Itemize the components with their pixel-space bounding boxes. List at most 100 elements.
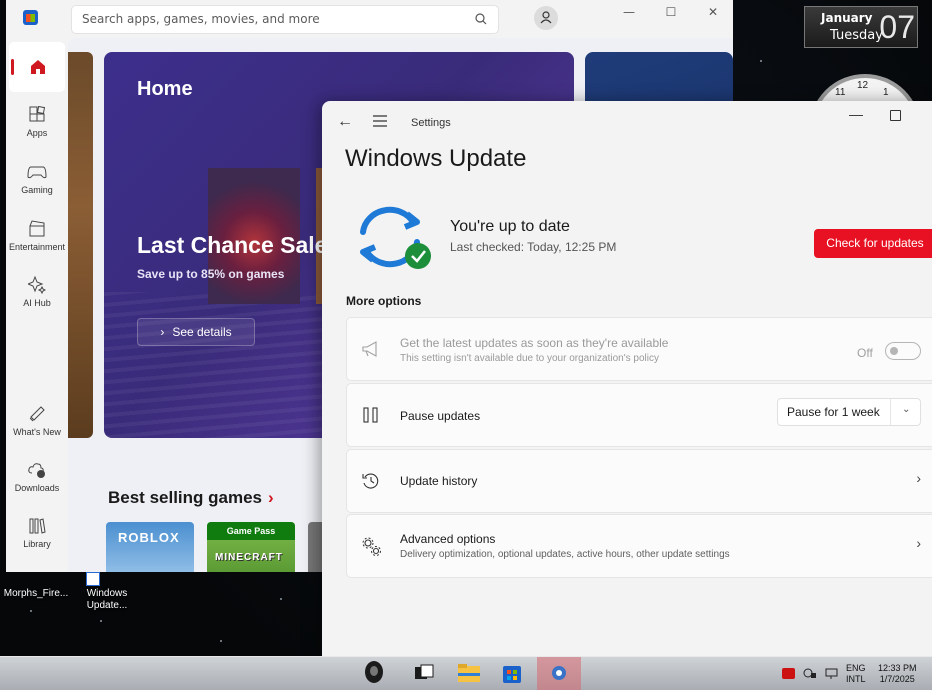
hero-prev-card[interactable] <box>68 52 93 438</box>
chevron-down-icon[interactable]: ⌄ <box>902 404 910 415</box>
home-icon <box>31 60 45 74</box>
see-details-label: See details <box>172 325 232 339</box>
cloud-download-icon <box>28 463 45 478</box>
date-month: January <box>821 11 873 25</box>
rail-label: What's New <box>13 427 61 437</box>
monitor-icon[interactable] <box>825 668 838 679</box>
hero-subtitle: Save up to 85% on games <box>137 267 285 281</box>
settings-minimize-button[interactable]: — <box>849 106 863 122</box>
antivirus-icon[interactable] <box>782 668 795 679</box>
clock-number: 11 <box>835 87 846 98</box>
app-title: Settings <box>411 117 451 129</box>
pause-duration-value: Pause for 1 week <box>787 405 880 419</box>
keyboard-layout: INTL <box>846 674 866 684</box>
store-search-input[interactable]: Search apps, games, movies, and more <box>71 5 499 34</box>
section-title: Best selling games <box>108 488 263 507</box>
more-options-heading: More options <box>346 294 422 308</box>
pause-icon <box>363 407 378 423</box>
back-arrow-icon[interactable]: ← <box>337 113 353 131</box>
game-tile-roblox[interactable]: ROBLOX <box>106 522 194 572</box>
search-icon[interactable] <box>474 12 488 26</box>
option-description: This setting isn't available due to your… <box>400 353 659 364</box>
store-nav-rail: Apps Gaming Entertainment AI Hub What's … <box>6 38 68 572</box>
update-status-title: You're up to date <box>450 218 570 235</box>
rail-item-ai-hub[interactable]: AI Hub <box>6 276 68 308</box>
settings-app-icon[interactable] <box>545 659 573 687</box>
last-checked-text: Last checked: Today, 12:25 PM <box>450 240 617 254</box>
alien-app-icon[interactable] <box>360 659 388 687</box>
date-day: 07 <box>879 9 915 45</box>
rail-item-downloads[interactable]: Downloads <box>6 461 68 493</box>
rail-item-whats-new[interactable]: What's New <box>6 405 68 437</box>
store-minimize-button[interactable]: — <box>609 2 649 26</box>
search-placeholder: Search apps, games, movies, and more <box>82 12 320 26</box>
desktop-icon-label: Windows Update... <box>86 588 128 611</box>
store-close-button[interactable]: ✕ <box>693 2 733 26</box>
hamburger-menu-icon[interactable] <box>373 115 387 127</box>
option-label: Update history <box>400 474 478 488</box>
rail-item-gaming[interactable]: Gaming <box>6 163 68 195</box>
rail-label: AI Hub <box>23 298 51 308</box>
desktop-icon-morphs[interactable]: Morphs_Fire... <box>1 588 71 600</box>
person-icon <box>540 11 552 24</box>
file-explorer-icon[interactable] <box>455 659 483 687</box>
hero-headline: Last Chance Sale <box>137 232 328 258</box>
star <box>760 60 762 62</box>
settings-window: ← Settings — Windows Update You're up to… <box>322 101 932 656</box>
advanced-options-card[interactable]: Advanced options Delivery optimization, … <box>346 514 932 578</box>
settings-maximize-button[interactable] <box>890 110 901 121</box>
taskbar: ENG INTL 12:33 PM 1/7/2025 <box>0 656 932 690</box>
gamepad-icon <box>27 166 47 179</box>
store-titlebar: Search apps, games, movies, and more — ☐… <box>6 0 733 38</box>
desktop-icon-label: Morphs_Fire... <box>3 588 69 599</box>
star <box>280 598 282 600</box>
rail-label: Gaming <box>21 185 53 195</box>
best-selling-heading[interactable]: Best selling games › <box>108 488 274 508</box>
page-title: Home <box>137 78 193 100</box>
rail-label: Downloads <box>14 483 60 493</box>
game-tile-minecraft[interactable]: Game Pass MINECRAFT <box>207 522 295 572</box>
clock-time: 12:33 PM <box>878 663 917 673</box>
chevron-right-icon: › <box>160 325 165 339</box>
latest-updates-toggle[interactable] <box>885 342 921 360</box>
date-widget[interactable]: January Tuesday 07 <box>804 6 918 48</box>
account-avatar[interactable] <box>534 6 558 30</box>
rail-item-apps[interactable]: Apps <box>6 106 68 138</box>
pause-duration-select[interactable]: Pause for 1 week ⌄ <box>777 398 921 426</box>
rail-item-entertainment[interactable]: Entertainment <box>6 220 68 252</box>
rail-item-library[interactable]: Library <box>6 517 68 549</box>
see-details-button[interactable]: › See details <box>137 318 255 346</box>
task-view-icon[interactable] <box>410 659 438 687</box>
check-for-updates-button[interactable]: Check for updates <box>814 229 932 258</box>
page-title: Windows Update <box>345 145 527 172</box>
clock-number: 1 <box>883 87 889 98</box>
megaphone-icon <box>362 341 377 357</box>
rail-item-home[interactable] <box>9 42 65 92</box>
network-icon[interactable] <box>803 668 816 679</box>
megaphone-icon <box>29 406 45 422</box>
chevron-right-icon: › <box>268 488 274 507</box>
date-weekday: Tuesday <box>830 28 883 43</box>
clock-number: 12 <box>857 80 869 91</box>
option-label: Pause updates <box>400 409 481 423</box>
tile-title: MINECRAFT <box>215 552 283 563</box>
desktop-icon-windows-update[interactable]: Windows Update... <box>72 572 142 612</box>
option-label: Get the latest updates as soon as they'r… <box>400 336 669 350</box>
apps-icon <box>29 106 46 122</box>
system-clock[interactable]: 12:33 PM 1/7/2025 <box>878 663 917 685</box>
clapperboard-icon <box>29 220 45 237</box>
chevron-right-icon: › <box>916 470 921 486</box>
chevron-right-icon: › <box>916 535 921 551</box>
store-app-icon[interactable] <box>498 659 526 687</box>
option-label: Advanced options <box>400 532 496 546</box>
clock-date: 1/7/2025 <box>879 674 915 684</box>
input-language[interactable]: ENG INTL <box>846 663 866 685</box>
language-code: ENG <box>846 663 866 673</box>
update-history-card[interactable]: Update history › <box>346 449 932 513</box>
star <box>220 640 222 642</box>
store-maximize-button[interactable]: ☐ <box>651 2 691 26</box>
sparkle-icon <box>28 276 46 294</box>
star <box>30 610 32 612</box>
game-pass-badge: Game Pass <box>207 522 295 540</box>
option-description: Delivery optimization, optional updates,… <box>400 549 730 560</box>
